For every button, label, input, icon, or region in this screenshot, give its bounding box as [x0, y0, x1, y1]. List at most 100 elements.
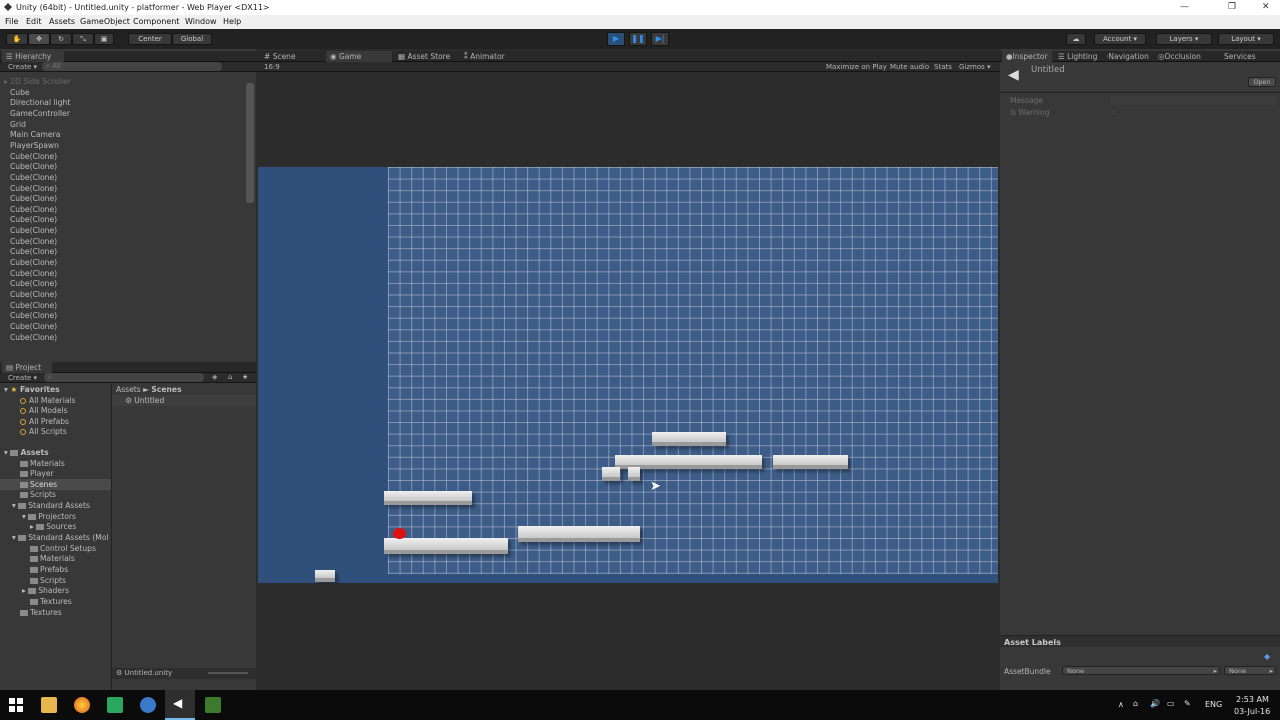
hierarchy-item[interactable]: Cube(Clone)	[10, 269, 57, 278]
hierarchy-search-input[interactable]: ⌕ All	[42, 62, 222, 71]
step-button[interactable]: ▶|	[651, 32, 669, 46]
hierarchy-item[interactable]: Cube(Clone)	[10, 237, 57, 246]
gizmos-dropdown[interactable]: Gizmos ▾	[959, 63, 991, 72]
tree-item[interactable]: ▸ Sources	[30, 522, 76, 531]
hierarchy-item[interactable]: Cube(Clone)	[10, 173, 57, 182]
hierarchy-item[interactable]: GameController	[10, 109, 70, 118]
close-button[interactable]: ✕	[1262, 2, 1270, 12]
pause-button[interactable]: ❚❚	[629, 32, 647, 46]
nvidia-icon[interactable]	[205, 697, 221, 713]
menu-assets[interactable]: Assets	[49, 17, 75, 26]
tree-item[interactable]: Materials	[30, 554, 75, 563]
cloud-button[interactable]: ☁	[1066, 33, 1086, 45]
hierarchy-item[interactable]: Cube(Clone)	[10, 152, 57, 161]
steam-icon[interactable]	[140, 697, 156, 713]
hierarchy-create-button[interactable]: Create ▾	[8, 63, 37, 72]
message-field[interactable]	[1110, 96, 1276, 105]
hierarchy-item[interactable]: Cube	[10, 88, 30, 97]
hierarchy-item[interactable]: PlayerSpawn	[10, 141, 59, 150]
app-icon[interactable]	[107, 697, 123, 713]
battery-icon[interactable]: ▭	[1167, 699, 1175, 708]
hierarchy-item[interactable]: Cube(Clone)	[10, 333, 57, 342]
hierarchy-item[interactable]: Cube(Clone)	[10, 226, 57, 235]
stats-toggle[interactable]: Stats	[934, 63, 952, 72]
game-view[interactable]: ➤	[258, 167, 998, 583]
menu-gameobject[interactable]: GameObject	[80, 17, 130, 26]
favorite-item[interactable]: All Prefabs	[20, 417, 69, 426]
filter-type-icon[interactable]: ◈	[212, 373, 217, 382]
hierarchy-item[interactable]: Cube(Clone)	[10, 162, 57, 171]
open-button[interactable]: Open	[1248, 77, 1276, 87]
tab-project[interactable]: ▤ Project	[2, 362, 52, 373]
clock-time[interactable]: 2:53 AM	[1236, 695, 1269, 704]
tree-item[interactable]: ▾ Standard Assets	[12, 501, 90, 510]
scene-file[interactable]: ⚙ Untitled	[125, 396, 164, 405]
rotate-tool-button[interactable]: ↻	[50, 33, 72, 45]
menu-help[interactable]: Help	[223, 17, 241, 26]
firefox-icon[interactable]	[74, 697, 90, 713]
tree-item[interactable]: ▾ Standard Assets (Mol	[12, 533, 111, 542]
hierarchy-item[interactable]: Cube(Clone)	[10, 247, 57, 256]
hierarchy-item[interactable]: Directional light	[10, 98, 70, 107]
hierarchy-item[interactable]: Cube(Clone)	[10, 301, 57, 310]
hierarchy-item[interactable]: Cube(Clone)	[10, 184, 57, 193]
favorites-header[interactable]: ▾ ★ Favorites	[4, 385, 60, 394]
tree-item[interactable]: Control Setups	[30, 544, 96, 553]
hand-tool-button[interactable]: ✋	[6, 33, 28, 45]
assetbundle-variant-dropdown[interactable]: None ▸	[1224, 666, 1276, 675]
tab-inspector[interactable]: ●Inspector	[1002, 51, 1052, 62]
favorite-item[interactable]: All Scripts	[20, 427, 67, 436]
menu-window[interactable]: Window	[185, 17, 217, 26]
play-button[interactable]: ▶	[607, 32, 625, 46]
minimize-button[interactable]: —	[1180, 2, 1189, 12]
move-tool-button[interactable]: ✥	[28, 33, 50, 45]
file-explorer-icon[interactable]	[41, 697, 57, 713]
favorite-item[interactable]: All Materials	[20, 396, 76, 405]
hierarchy-scene-root[interactable]: ▸ 2D Side Scroller	[4, 77, 71, 86]
filter-label-icon[interactable]: ⌂	[228, 373, 232, 382]
tab-hierarchy[interactable]: ☰ Hierarchy	[2, 51, 64, 62]
clock-date[interactable]: 03-Jul-16	[1234, 707, 1270, 716]
tab-lighting[interactable]: ☰ Lighting	[1054, 51, 1101, 62]
hierarchy-item[interactable]: Main Camera	[10, 130, 60, 139]
tab-services[interactable]: Services	[1220, 51, 1260, 62]
tab-animator[interactable]: ⁑ Animator	[460, 51, 509, 62]
tree-item[interactable]: Prefabs	[30, 565, 68, 574]
menu-edit[interactable]: Edit	[26, 17, 42, 26]
tab-navigation[interactable]: ·Navigation	[1102, 51, 1153, 62]
hierarchy-item[interactable]: Cube(Clone)	[10, 322, 57, 331]
tray-chevron-icon[interactable]: ∧	[1118, 700, 1124, 709]
breadcrumb-root[interactable]: Assets	[116, 385, 141, 394]
tab-game[interactable]: ◉ Game	[326, 51, 392, 62]
maximize-on-play-toggle[interactable]: Maximize on Play	[826, 63, 887, 72]
hierarchy-item[interactable]: Cube(Clone)	[10, 215, 57, 224]
network-icon[interactable]: ⌂	[1133, 699, 1138, 708]
breadcrumb-leaf[interactable]: Scenes	[151, 385, 181, 394]
hierarchy-item[interactable]: Cube(Clone)	[10, 290, 57, 299]
hierarchy-item[interactable]: Cube(Clone)	[10, 279, 57, 288]
pivot-global-button[interactable]: Global	[172, 33, 212, 45]
account-dropdown[interactable]: Account ▾	[1094, 33, 1146, 45]
aspect-dropdown[interactable]: 16:9	[264, 63, 280, 72]
tree-item-selected[interactable]: Scenes	[20, 480, 57, 489]
hierarchy-item[interactable]: Cube(Clone)	[10, 205, 57, 214]
tree-item[interactable]: Textures	[20, 608, 62, 617]
is-warning-checkbox[interactable]	[1110, 108, 1118, 116]
layers-dropdown[interactable]: Layers ▾	[1156, 33, 1212, 45]
tree-item[interactable]: Scripts	[30, 576, 66, 585]
tab-asset-store[interactable]: ▦ Asset Store	[394, 51, 454, 62]
scale-tool-button[interactable]: ⤡	[72, 33, 94, 45]
hierarchy-item[interactable]: Cube(Clone)	[10, 258, 57, 267]
tree-item[interactable]: Player	[20, 469, 54, 478]
layout-dropdown[interactable]: Layout ▾	[1218, 33, 1274, 45]
assetbundle-dropdown[interactable]: None ▸	[1062, 666, 1220, 675]
action-center-icon[interactable]: ✎	[1184, 699, 1191, 708]
favorite-item[interactable]: All Models	[20, 406, 68, 415]
hierarchy-scrollbar[interactable]	[246, 83, 254, 203]
hierarchy-item[interactable]: Grid	[10, 120, 26, 129]
favorite-star-icon[interactable]: ★	[242, 373, 248, 382]
assets-root[interactable]: ▾ Assets	[4, 448, 49, 457]
tab-scene[interactable]: # Scene	[260, 51, 300, 62]
menu-file[interactable]: File	[5, 17, 18, 26]
restore-button[interactable]: ❐	[1228, 2, 1236, 12]
